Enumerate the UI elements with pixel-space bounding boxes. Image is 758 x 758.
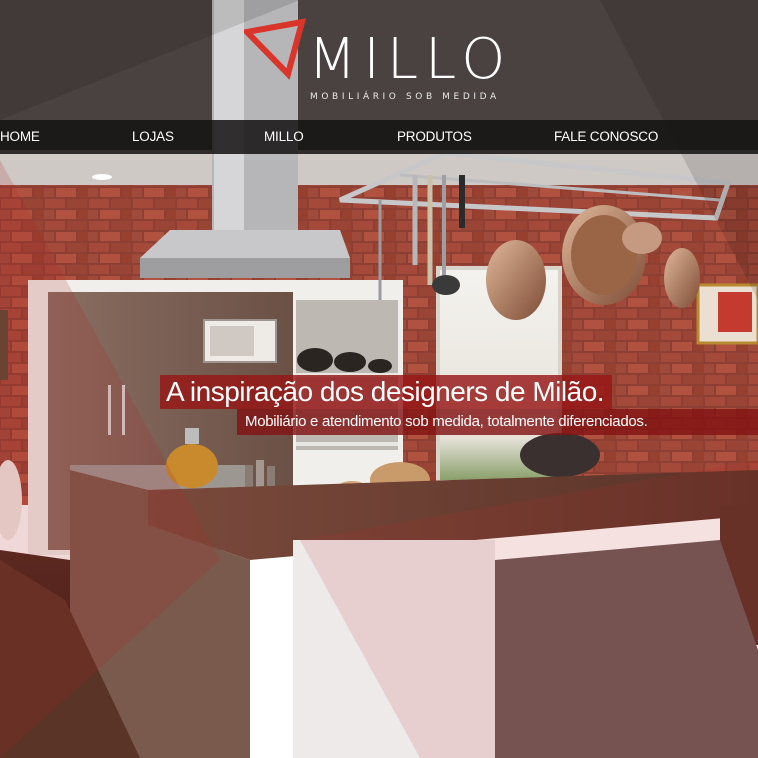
main-nav: HOME LOJAS MILLO PRODUTOS FALE CONOSCO bbox=[0, 120, 758, 154]
header: MILLO MOBILIÁRIO SOB MEDIDA bbox=[0, 0, 758, 120]
hero-subline: Mobiliário e atendimento sob medida, tot… bbox=[237, 409, 758, 435]
nav-item-produtos[interactable]: PRODUTOS bbox=[397, 120, 472, 154]
nav-item-home[interactable]: HOME bbox=[0, 120, 40, 154]
brand-logo[interactable]: MILLO MOBILIÁRIO SOB MEDIDA bbox=[244, 18, 516, 108]
nav-item-millo[interactable]: MILLO bbox=[264, 120, 304, 154]
nav-item-lojas[interactable]: LOJAS bbox=[132, 120, 174, 154]
brand-name: MILLO bbox=[308, 27, 513, 92]
nav-item-fale-conosco[interactable]: FALE CONOSCO bbox=[554, 120, 658, 154]
brand-tagline: MOBILIÁRIO SOB MEDIDA bbox=[310, 92, 500, 102]
hero-headline: A inspiração dos designers de Milão. bbox=[160, 375, 613, 409]
triangle-logo-icon bbox=[244, 18, 306, 80]
